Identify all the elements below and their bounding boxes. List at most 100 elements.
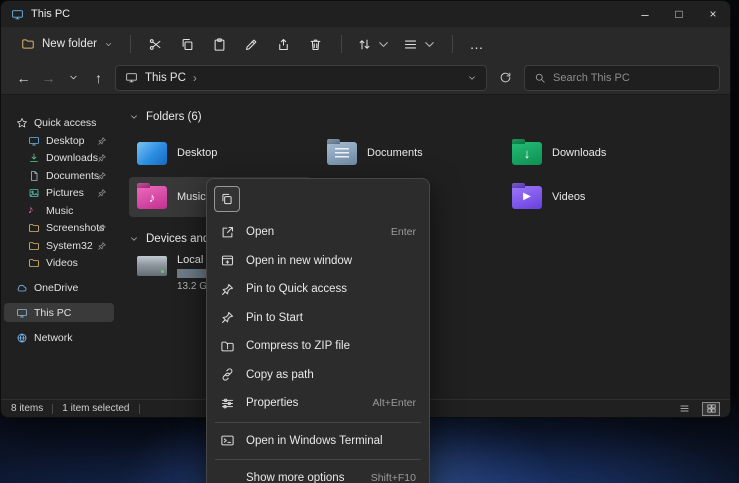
network-globe-icon bbox=[16, 332, 28, 344]
menu-item-show-more-options[interactable]: Show more options Shift+F10 bbox=[211, 464, 425, 483]
search-input[interactable] bbox=[553, 72, 710, 84]
refresh-button[interactable] bbox=[493, 65, 518, 90]
pin-icon bbox=[97, 171, 107, 181]
navigation-pane: Quick access Desktop Downloads Documents… bbox=[1, 95, 117, 399]
menu-item-compress-to-zip[interactable]: Compress to ZIP file bbox=[211, 332, 425, 361]
minimize-button[interactable]: – bbox=[628, 1, 662, 27]
sidebar-item-network[interactable]: Network bbox=[4, 328, 114, 347]
copy-button[interactable] bbox=[172, 30, 204, 58]
this-pc-app-icon bbox=[11, 8, 24, 21]
rename-button[interactable] bbox=[236, 30, 268, 58]
recent-locations-button[interactable] bbox=[61, 65, 86, 90]
toolbar-divider bbox=[130, 35, 131, 53]
menu-item-pin-to-start[interactable]: Pin to Start bbox=[211, 304, 425, 333]
menu-item-copy-as-path[interactable]: Copy as path bbox=[211, 361, 425, 390]
new-folder-label: New folder bbox=[42, 38, 97, 50]
sort-button[interactable] bbox=[351, 30, 397, 58]
menu-copy-button[interactable] bbox=[214, 186, 240, 212]
sidebar-item-desktop[interactable]: Desktop bbox=[4, 132, 114, 150]
sidebar-item-quick-access[interactable]: Quick access bbox=[4, 113, 114, 132]
view-button[interactable] bbox=[397, 30, 443, 58]
hard-drive-icon bbox=[137, 256, 167, 276]
search-box[interactable] bbox=[524, 65, 720, 91]
breadcrumb[interactable]: This PC bbox=[145, 72, 186, 84]
properties-icon bbox=[220, 396, 235, 411]
folder-tile-documents[interactable]: Documents bbox=[319, 133, 501, 173]
sidebar-item-screenshots[interactable]: Screenshots bbox=[4, 220, 114, 238]
sidebar-item-label: Music bbox=[46, 205, 73, 217]
cut-button[interactable] bbox=[140, 30, 172, 58]
folders-section-header[interactable]: Folders (6) bbox=[129, 111, 730, 123]
copy-icon bbox=[180, 37, 195, 52]
collapse-chevron-icon[interactable] bbox=[129, 234, 139, 244]
sidebar-item-documents[interactable]: Documents bbox=[4, 167, 114, 185]
maximize-button[interactable]: □ bbox=[662, 1, 696, 27]
close-icon: × bbox=[709, 7, 716, 21]
context-menu-icon-bar bbox=[211, 183, 425, 218]
download-arrow-glyph: ↓ bbox=[524, 147, 531, 160]
sidebar-item-system32[interactable]: System32 bbox=[4, 237, 114, 255]
back-icon: ← bbox=[17, 70, 31, 86]
sidebar-item-this-pc[interactable]: This PC bbox=[4, 303, 114, 322]
menu-item-properties[interactable]: Properties Alt+Enter bbox=[211, 389, 425, 418]
menu-item-pin-to-quick-access[interactable]: Pin to Quick access bbox=[211, 275, 425, 304]
context-menu: Open Enter Open in new window Pin to Qui… bbox=[206, 178, 430, 483]
maximize-icon: □ bbox=[675, 7, 682, 21]
more-options-button[interactable]: … bbox=[462, 30, 492, 58]
folder-tile-videos[interactable]: ▶ Videos bbox=[504, 177, 686, 217]
menu-separator bbox=[215, 422, 421, 423]
sidebar-item-label: Desktop bbox=[46, 135, 85, 147]
collapse-chevron-icon[interactable] bbox=[129, 112, 139, 122]
address-dropdown-icon[interactable] bbox=[467, 73, 477, 83]
copy-path-icon bbox=[220, 367, 235, 382]
status-divider bbox=[139, 404, 140, 414]
this-pc-icon bbox=[125, 71, 138, 84]
address-bar[interactable]: This PC › bbox=[115, 65, 487, 91]
sidebar-item-label: Network bbox=[34, 332, 73, 344]
sidebar-item-downloads[interactable]: Downloads bbox=[4, 150, 114, 168]
sidebar-item-label: Videos bbox=[46, 257, 78, 269]
breadcrumb-chevron-icon[interactable]: › bbox=[193, 71, 197, 85]
back-button[interactable]: ← bbox=[11, 65, 36, 90]
forward-button[interactable]: → bbox=[36, 65, 61, 90]
window-title: This PC bbox=[31, 8, 70, 20]
menu-item-open-in-new-window[interactable]: Open in new window bbox=[211, 247, 425, 276]
pin-icon bbox=[97, 188, 107, 198]
desktop-icon bbox=[28, 135, 40, 147]
menu-item-open-in-windows-terminal[interactable]: Open in Windows Terminal bbox=[211, 427, 425, 456]
toolbar-divider bbox=[452, 35, 453, 53]
menu-shortcut: Shift+F10 bbox=[371, 472, 416, 483]
new-folder-button[interactable]: New folder bbox=[13, 32, 121, 56]
minimize-icon: – bbox=[641, 7, 648, 22]
pin-quick-access-icon bbox=[220, 282, 235, 297]
folder-tile-downloads[interactable]: ↓ Downloads bbox=[504, 133, 686, 173]
share-button[interactable] bbox=[268, 30, 300, 58]
chevron-down-icon bbox=[104, 40, 113, 49]
delete-button[interactable] bbox=[300, 30, 332, 58]
pin-icon bbox=[97, 241, 107, 251]
folder-icon bbox=[28, 222, 40, 234]
close-button[interactable]: × bbox=[696, 1, 730, 27]
sidebar-item-pictures[interactable]: Pictures bbox=[4, 185, 114, 203]
search-icon bbox=[534, 72, 546, 84]
delete-icon bbox=[308, 37, 323, 52]
downloads-folder-icon: ↓ bbox=[512, 142, 542, 165]
folder-tile-desktop[interactable]: Desktop bbox=[129, 133, 311, 173]
sidebar-item-label: OneDrive bbox=[34, 282, 78, 294]
more-icon: … bbox=[469, 36, 484, 52]
sidebar-item-onedrive[interactable]: OneDrive bbox=[4, 278, 114, 297]
details-view-button[interactable] bbox=[675, 402, 693, 416]
up-button[interactable]: ↑ bbox=[86, 65, 111, 90]
up-icon: ↑ bbox=[95, 70, 102, 86]
documents-folder-icon bbox=[327, 142, 357, 165]
document-lines-glyph bbox=[335, 148, 349, 159]
command-bar: New folder … bbox=[1, 27, 730, 61]
sidebar-item-label: System32 bbox=[46, 240, 93, 252]
forward-icon: → bbox=[42, 70, 56, 86]
icons-view-button[interactable] bbox=[702, 402, 720, 416]
menu-item-open[interactable]: Open Enter bbox=[211, 218, 425, 247]
sidebar-item-music[interactable]: ♪ Music bbox=[4, 202, 114, 220]
sidebar-item-videos[interactable]: Videos bbox=[4, 255, 114, 273]
sidebar-item-label: Downloads bbox=[46, 152, 98, 164]
paste-button[interactable] bbox=[204, 30, 236, 58]
